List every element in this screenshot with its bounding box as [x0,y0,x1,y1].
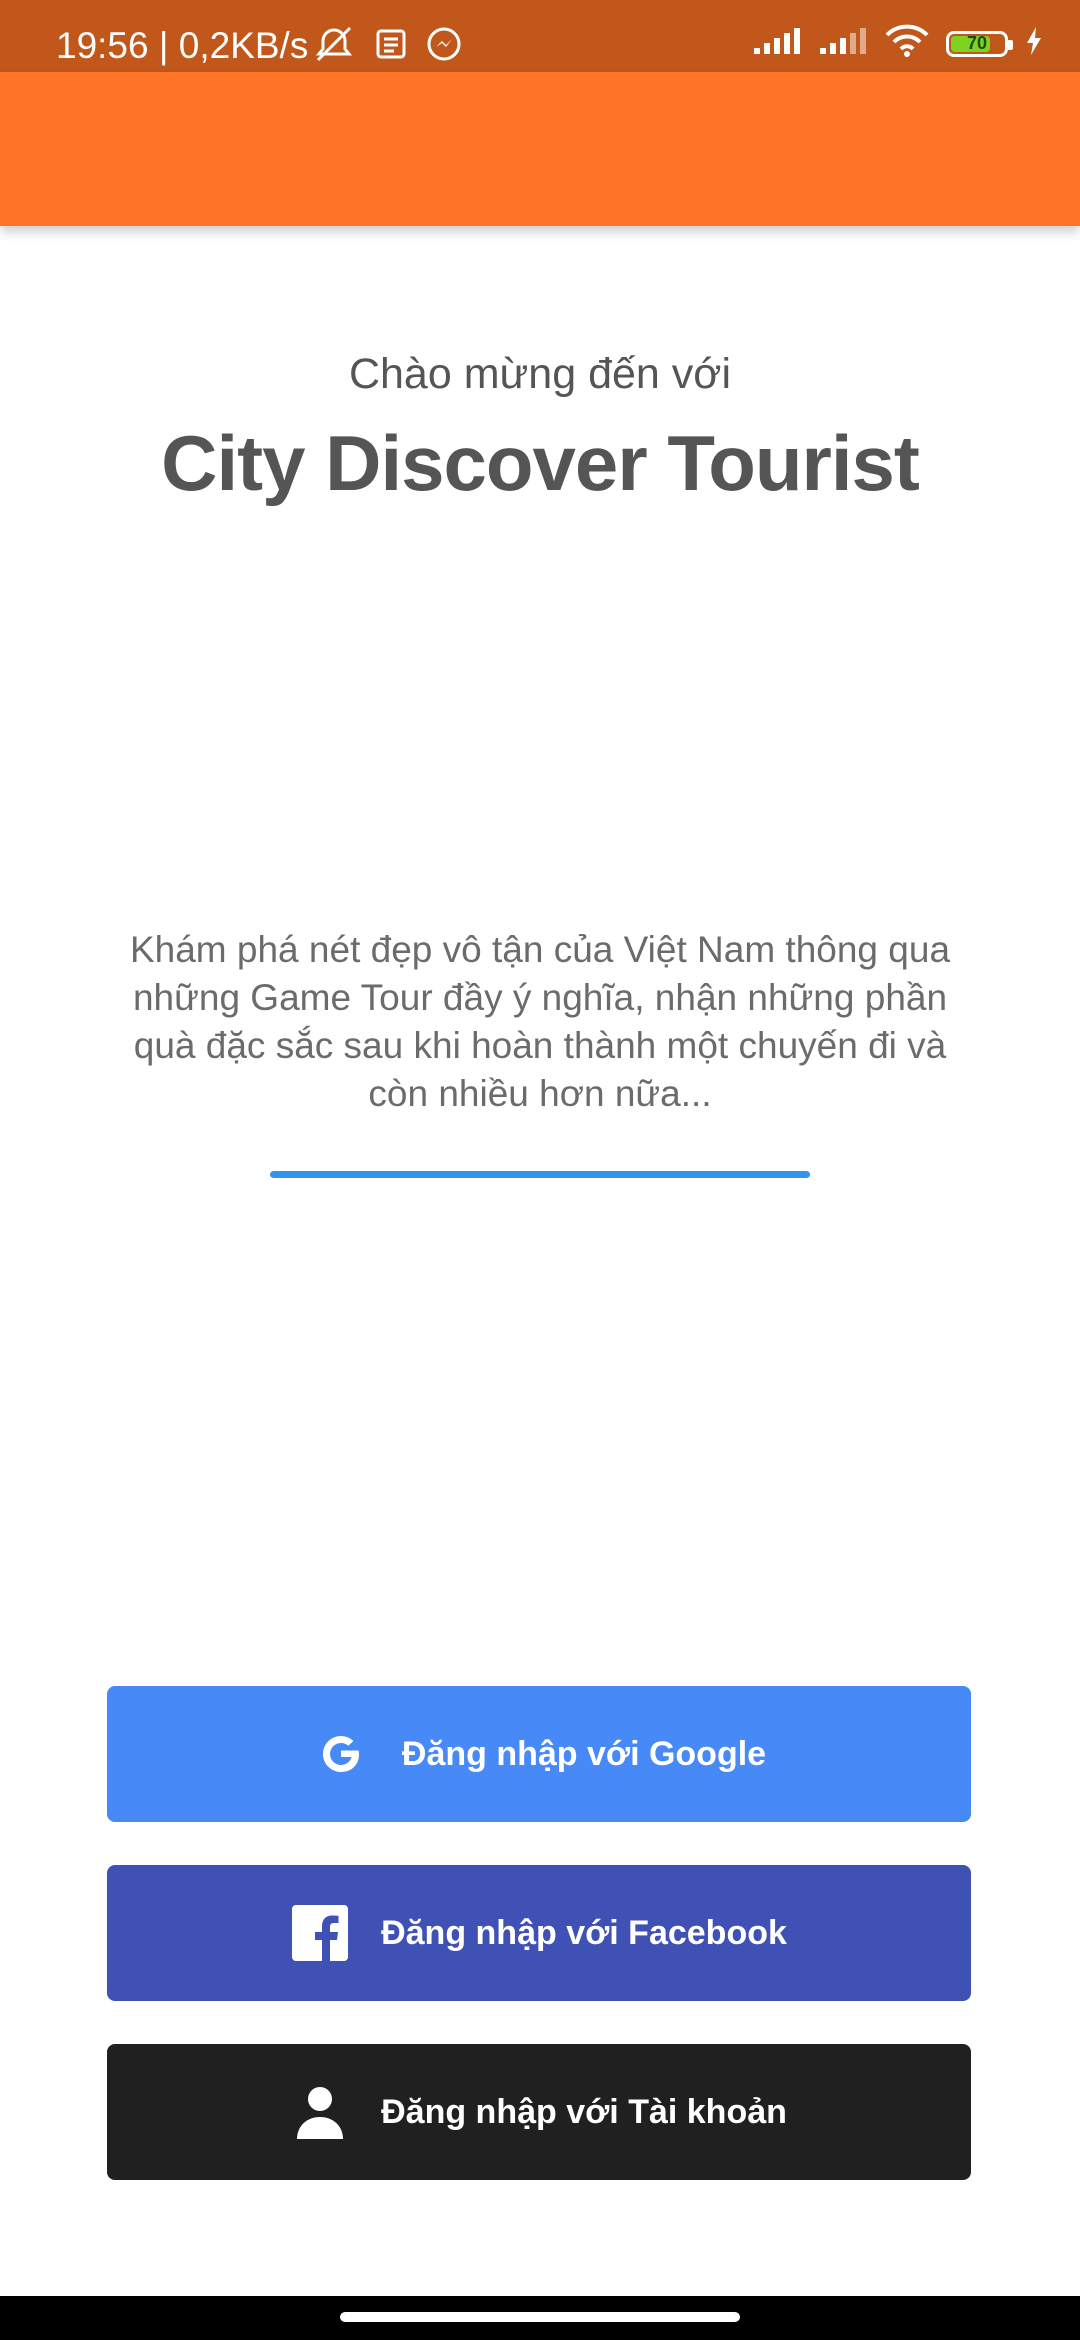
account-login-label: Đăng nhập với Tài khoản [381,2092,787,2131]
status-left-icons [312,24,462,69]
facebook-login-button[interactable]: Đăng nhập với Facebook [107,1865,971,2001]
signal-icon [818,26,868,61]
app-bar [0,72,1080,226]
charging-icon [1024,26,1044,61]
google-login-label: Đăng nhập với Google [401,1734,767,1773]
status-right-icons: 70 [752,24,1044,63]
loading-progress-bar [270,1171,810,1178]
mute-alarm-icon [312,24,356,69]
app-title: City Discover Tourist [161,419,920,507]
app-description: Khám phá nét đẹp vô tận của Việt Nam thô… [129,929,951,1114]
navigation-bar [0,2296,1080,2340]
account-login-button[interactable]: Đăng nhập với Tài khoản [107,2044,971,2180]
wifi-icon [884,24,930,63]
facebook-login-label: Đăng nhập với Facebook [381,1913,787,1952]
facebook-icon [291,1904,349,1962]
battery-level: 70 [966,33,988,53]
google-login-button[interactable]: Đăng nhập với Google [107,1686,971,1822]
welcome-greeting: Chào mừng đến với [348,350,732,398]
messenger-icon [426,26,462,67]
home-gesture-handle[interactable] [340,2312,740,2322]
battery-icon: 70 [946,30,1013,57]
user-icon [291,2083,349,2141]
news-icon [374,27,408,66]
status-time-network: 19:56 | 0,2KB/s [56,25,309,66]
google-icon [312,1725,370,1783]
status-bar: 19:56 | 0,2KB/s 70 [0,0,1080,72]
signal-icon [752,26,802,61]
